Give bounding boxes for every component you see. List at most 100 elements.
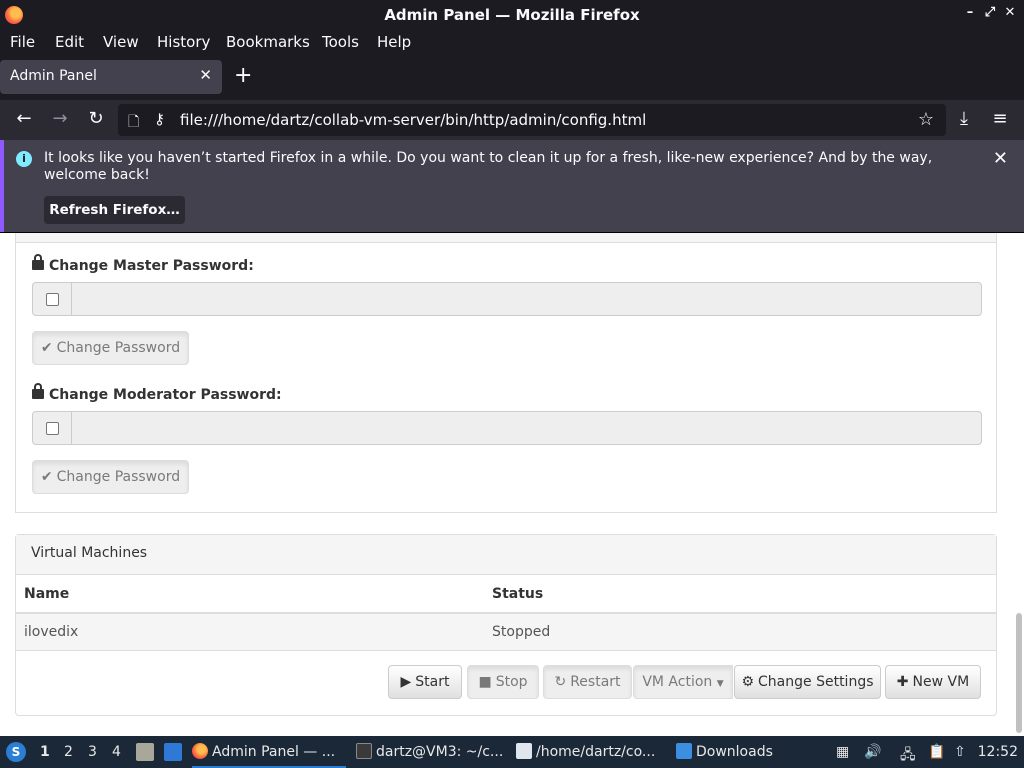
moderator-password-input[interactable] — [71, 411, 982, 445]
downloads-icon[interactable]: ⤓ — [952, 108, 976, 129]
checkmark-icon: ✔ — [40, 340, 53, 356]
master-password-checkbox[interactable] — [46, 293, 59, 306]
start-label: Start — [415, 674, 450, 690]
stop-vm-button[interactable]: ■ Stop — [467, 665, 539, 699]
window-title: Admin Panel — Mozilla Firefox — [384, 6, 640, 24]
volume-icon[interactable]: 🔊 — [864, 744, 881, 760]
panel-header-strip — [16, 233, 996, 243]
show-desktop-icon[interactable] — [164, 743, 182, 761]
start-vm-button[interactable]: ▶ Start — [388, 665, 462, 699]
forward-icon[interactable]: → — [48, 108, 72, 129]
lock-icon — [32, 383, 44, 399]
permissions-key-icon[interactable]: ⚷ — [154, 110, 165, 128]
refresh-firefox-notification: i It looks like you haven’t started Fire… — [0, 140, 1024, 232]
moderator-password-addon — [32, 411, 72, 445]
checkmark-icon: ✔ — [40, 469, 53, 485]
terminal-icon — [356, 743, 372, 759]
window-titlebar: Admin Panel — Mozilla Firefox – ⤢ ✕ — [0, 0, 1024, 30]
restart-label: Restart — [570, 674, 621, 690]
url-bar[interactable]: 🗋 ⚷ file:///home/dartz/collab-vm-server/… — [118, 104, 946, 136]
page-scrollbar[interactable] — [1016, 613, 1022, 733]
app-menu-icon[interactable]: ≡ — [988, 108, 1012, 129]
menu-view[interactable]: View — [103, 33, 139, 51]
minimize-icon[interactable]: – — [962, 5, 978, 20]
change-password-label: Change Password — [56, 469, 181, 485]
lock-icon — [32, 254, 44, 270]
task-label: /home/dartz/co... — [536, 744, 656, 760]
navigation-toolbar: ← → ↻ 🗋 ⚷ file:///home/dartz/collab-vm-s… — [0, 100, 1024, 140]
firefox-icon — [192, 743, 208, 759]
network-icon[interactable]: 🖧 — [900, 744, 916, 768]
change-moderator-password-button[interactable]: ✔ Change Password — [32, 460, 189, 494]
moderator-password-label: Change Moderator Password: — [49, 387, 282, 403]
task-label: Downloads — [696, 744, 773, 760]
play-icon: ▶ — [400, 674, 412, 690]
updates-icon[interactable]: ⇧ — [954, 744, 966, 760]
vm-status-cell: Stopped — [484, 613, 996, 651]
text-editor-icon — [516, 743, 532, 759]
menu-file[interactable]: File — [10, 33, 35, 51]
vm-panel-heading: Virtual Machines — [16, 535, 996, 575]
workspace-4[interactable]: 4 — [112, 744, 121, 760]
new-vm-label: New VM — [912, 674, 970, 690]
page-content: Change Master Password: ✔ Change Password… — [0, 232, 1024, 736]
tray-app-icon[interactable]: ▦ — [836, 744, 849, 760]
restart-vm-button[interactable]: ↻ Restart — [543, 665, 632, 699]
new-tab-icon[interactable]: + — [234, 65, 252, 87]
task-text-editor[interactable]: /home/dartz/co... — [516, 736, 668, 768]
change-master-password-button[interactable]: ✔ Change Password — [32, 331, 189, 365]
new-vm-button[interactable]: ✚ New VM — [885, 665, 981, 699]
column-header-name: Name — [16, 575, 484, 614]
workspace-2[interactable]: 2 — [64, 744, 73, 760]
master-password-group — [32, 282, 982, 316]
change-settings-label: Change Settings — [758, 674, 874, 690]
task-downloads[interactable]: Downloads — [676, 736, 806, 768]
file-manager-launcher-icon[interactable] — [136, 743, 154, 761]
stop-label: Stop — [495, 674, 528, 690]
column-header-status: Status — [484, 575, 996, 614]
reload-icon[interactable]: ↻ — [84, 108, 108, 129]
stop-icon: ■ — [478, 674, 492, 690]
moderator-password-checkbox[interactable] — [46, 422, 59, 435]
vm-action-dropdown[interactable]: VM Action ▼ — [633, 665, 733, 699]
os-taskbar: S 1 2 3 4 Admin Panel — ... dartz@VM3: ~… — [0, 736, 1024, 768]
tab-close-icon[interactable]: ✕ — [199, 66, 212, 84]
vm-action-label: VM Action — [642, 674, 713, 690]
master-password-addon — [32, 282, 72, 316]
folder-icon — [676, 743, 692, 759]
menu-bookmarks[interactable]: Bookmarks — [226, 33, 310, 51]
master-password-input[interactable] — [71, 282, 982, 316]
workspace-3[interactable]: 3 — [88, 744, 97, 760]
vm-table: Name Status ilovedix Stopped — [16, 575, 996, 651]
bookmark-star-icon[interactable]: ☆ — [918, 109, 934, 130]
menu-edit[interactable]: Edit — [55, 33, 84, 51]
change-settings-button[interactable]: ⚙ Change Settings — [734, 665, 881, 699]
plus-icon: ✚ — [896, 674, 909, 690]
refresh-icon: ↻ — [554, 674, 567, 690]
task-firefox[interactable]: Admin Panel — ... — [192, 736, 346, 768]
refresh-firefox-button[interactable]: Refresh Firefox… — [44, 196, 185, 224]
caret-down-icon: ▼ — [716, 679, 724, 689]
vm-name-cell: ilovedix — [16, 613, 484, 651]
tab-admin-panel[interactable]: Admin Panel ✕ — [0, 60, 222, 94]
restore-icon[interactable]: ⤢ — [982, 5, 998, 20]
menu-tools[interactable]: Tools — [322, 33, 359, 51]
moderator-password-label-row: Change Moderator Password: — [32, 383, 282, 403]
master-password-label: Change Master Password: — [49, 258, 254, 274]
workspace-1[interactable]: 1 — [40, 744, 50, 760]
page-icon: 🗋 — [128, 114, 140, 130]
menu-help[interactable]: Help — [377, 33, 411, 51]
start-menu-icon[interactable]: S — [6, 742, 26, 762]
back-icon[interactable]: ← — [12, 108, 36, 129]
clock[interactable]: 12:52 — [978, 744, 1018, 760]
clipboard-icon[interactable]: 📋 — [928, 744, 945, 760]
menu-history[interactable]: History — [157, 33, 210, 51]
url-text[interactable]: file:///home/dartz/collab-vm-server/bin/… — [180, 111, 646, 129]
notification-message: It looks like you haven’t started Firefo… — [44, 150, 933, 183]
task-terminal[interactable]: dartz@VM3: ~/c... — [356, 736, 506, 768]
close-window-icon[interactable]: ✕ — [1002, 5, 1018, 20]
moderator-password-group — [32, 411, 982, 445]
change-password-label: Change Password — [56, 340, 181, 356]
table-row[interactable]: ilovedix Stopped — [16, 613, 996, 651]
notification-close-icon[interactable]: ✕ — [993, 148, 1008, 169]
